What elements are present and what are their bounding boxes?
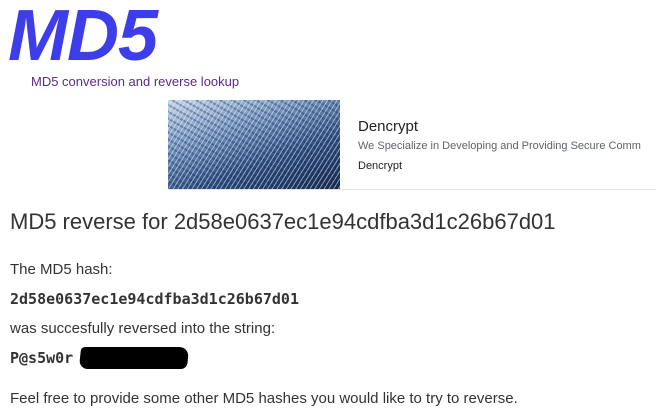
ad-title[interactable]: Dencrypt — [358, 118, 418, 135]
page: MD5 MD5 conversion and reverse lookup De… — [0, 0, 656, 420]
reversed-value: P@s5w0r — [10, 349, 74, 367]
site-tagline: MD5 conversion and reverse lookup — [31, 74, 240, 89]
ad-description[interactable]: We Specialize in Developing and Providin… — [358, 140, 656, 152]
ad-source[interactable]: Dencrypt — [358, 160, 402, 172]
hash-label: The MD5 hash: — [10, 261, 113, 278]
reversed-label: was succesfully reversed into the string… — [10, 320, 276, 337]
ad-image[interactable] — [168, 100, 340, 189]
site-logo[interactable]: MD5 — [8, 0, 158, 76]
footer-text: Feel free to provide some other MD5 hash… — [10, 390, 518, 407]
page-title: MD5 reverse for 2d58e0637ec1e94cdfba3d1c… — [10, 209, 556, 234]
redaction-mark — [78, 347, 190, 369]
ad-banner[interactable]: Dencrypt We Specialize in Developing and… — [168, 100, 656, 190]
hash-value: 2d58e0637ec1e94cdfba3d1c26b67d01 — [10, 290, 299, 308]
